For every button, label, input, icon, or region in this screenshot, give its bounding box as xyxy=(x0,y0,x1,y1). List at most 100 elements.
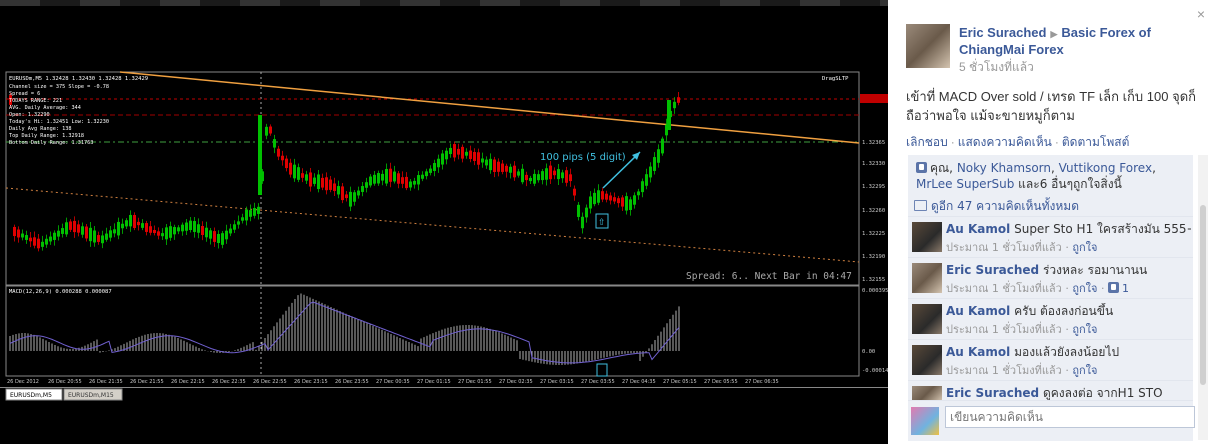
candle-body xyxy=(377,173,380,184)
candle-body xyxy=(181,224,184,232)
scrollbar-thumb[interactable] xyxy=(1200,205,1206,385)
candle-body xyxy=(281,155,284,161)
candle-body xyxy=(273,139,276,148)
candle-body xyxy=(217,233,220,244)
candle-body xyxy=(81,226,84,235)
comment-like-link[interactable]: ถูกใจ xyxy=(1072,364,1097,377)
chart-screenshot: 100 pips (5 digit) ⇧ EURUSDm,M5 1.32428 … xyxy=(0,0,888,444)
commenter-avatar[interactable] xyxy=(912,345,942,375)
candle-body xyxy=(289,162,292,175)
commenter-avatar[interactable] xyxy=(912,304,942,334)
candle-body xyxy=(189,220,192,231)
likes-suffix: และ6 อื่นๆถูกใจสิ่งนี้ xyxy=(1018,177,1122,191)
liker-link[interactable]: MrLee SuperSub xyxy=(916,177,1014,191)
time-tick: 27 Dec 03:55 xyxy=(581,379,615,385)
commenter-name[interactable]: Au Kamol xyxy=(946,345,1010,359)
commenter-name[interactable]: Au Kamol xyxy=(946,304,1010,318)
comment-text: ร่วงหละ รอมานานน xyxy=(1042,263,1148,277)
candle-body xyxy=(233,224,236,230)
candle-body xyxy=(541,171,544,181)
candle-body xyxy=(645,174,648,186)
post-actions: เลิกชอบ · แสดงความคิดเห็น · ติดตามโพสต์ xyxy=(906,135,1130,149)
comment-like-link[interactable]: ถูกใจ xyxy=(1072,323,1097,336)
time-tick: 26 Dec 21:35 xyxy=(89,379,123,385)
write-comment-box xyxy=(908,400,1195,441)
candle-body xyxy=(85,226,88,239)
candle-body xyxy=(673,101,676,109)
comment-like-count[interactable]: 1 xyxy=(1108,282,1129,295)
candle-body xyxy=(489,158,492,171)
candle-body xyxy=(17,229,20,238)
commenter-avatar[interactable] xyxy=(912,386,942,401)
candle-body xyxy=(425,171,428,177)
post-timestamp[interactable]: 5 ชั่วโมงที่แล้ว xyxy=(959,58,1034,77)
annotation-text: 100 pips (5 digit) xyxy=(540,152,626,163)
candle-body xyxy=(449,147,452,155)
candle-body xyxy=(453,144,456,158)
follow-post-link[interactable]: ติดตามโพสต์ xyxy=(1062,135,1130,149)
candle-body xyxy=(349,191,352,207)
candle-body xyxy=(585,207,588,218)
candle-body xyxy=(149,226,152,233)
candle-body xyxy=(145,223,148,232)
price-tick: 1.32295 xyxy=(862,184,885,190)
candle-body xyxy=(45,238,48,245)
candle-body xyxy=(477,152,480,165)
candle-body xyxy=(69,221,72,230)
time-tick: 27 Dec 04:35 xyxy=(622,379,656,385)
candle-body xyxy=(117,221,120,236)
candle-body xyxy=(129,214,132,227)
commenter-name[interactable]: Au Kamol xyxy=(946,222,1010,236)
candle-body xyxy=(253,208,256,216)
candle-body xyxy=(409,181,412,188)
candle-body xyxy=(77,224,80,233)
liker-link[interactable]: Vuttikong Forex xyxy=(1059,161,1152,175)
author-name-link[interactable]: Eric Surached xyxy=(959,25,1046,40)
liker-link[interactable]: Noky Khamsorn xyxy=(957,161,1051,175)
candle-body xyxy=(553,170,556,176)
candle-body xyxy=(297,167,300,180)
comment-input[interactable] xyxy=(945,406,1195,428)
price-tick: 1.32365 xyxy=(862,140,885,146)
view-more-comments-label[interactable]: ดูอีก 47 ความคิดเห็นทั้งหมด xyxy=(931,199,1079,213)
candle-body xyxy=(21,233,24,238)
candle-body xyxy=(169,226,172,238)
commenter-name[interactable]: Eric Surached xyxy=(946,263,1039,277)
unlike-link[interactable]: เลิกชอบ xyxy=(906,135,948,149)
comment-like-link[interactable]: ถูกใจ xyxy=(1072,282,1097,295)
comment-item: Au Kamol มองแล้วยังลงน้อยไป ประมาณ 1 ชั่… xyxy=(908,339,1193,380)
time-tick: 27 Dec 01:15 xyxy=(417,379,451,385)
candle-body xyxy=(497,161,500,172)
close-icon[interactable]: × xyxy=(1197,6,1205,22)
author-avatar[interactable] xyxy=(906,24,950,68)
candle-body xyxy=(429,168,432,173)
candle-body xyxy=(405,176,408,189)
comment-like-link[interactable]: ถูกใจ xyxy=(1072,241,1097,254)
commenter-name[interactable]: Eric Surached xyxy=(946,386,1039,400)
candle-body xyxy=(433,163,436,171)
view-more-comments[interactable]: ดูอีก 47 ความคิดเห็นทั้งหมด xyxy=(908,195,1193,217)
macd-tick: 0.000395 xyxy=(862,288,888,294)
candle-body xyxy=(49,236,52,242)
macd-tick: -0.00014 xyxy=(862,368,888,374)
candle-body xyxy=(25,235,28,240)
commenter-avatar[interactable] xyxy=(912,222,942,252)
candle-body xyxy=(153,229,156,234)
candle-body xyxy=(105,233,108,240)
comment-link[interactable]: แสดงความคิดเห็น xyxy=(958,135,1052,149)
candle-body xyxy=(537,174,540,181)
candle-body xyxy=(317,174,320,190)
commenter-avatar[interactable] xyxy=(912,263,942,293)
candle-body xyxy=(421,174,424,179)
comment-text: ครับ ต้องลงก่อนขึ้น xyxy=(1014,304,1114,318)
candle-body xyxy=(581,216,584,229)
comment-bubble-icon xyxy=(914,200,927,211)
candle-body xyxy=(121,223,124,229)
candle-body xyxy=(109,230,112,238)
post-author-line: Eric Surached ▶ Basic Forex of ChiangMai F… xyxy=(959,25,1204,58)
tab-eurusdm-m15-label: EURUSDm,M15 xyxy=(68,392,114,399)
comment-item: Au Kamol ครับ ต้องลงก่อนขึ้น ประมาณ 1 ชั… xyxy=(908,298,1193,339)
candle-body xyxy=(141,223,144,228)
candle-body xyxy=(333,183,336,192)
info-line: Today's Hi: 1.32451 Low: 1.32230 xyxy=(9,119,109,125)
